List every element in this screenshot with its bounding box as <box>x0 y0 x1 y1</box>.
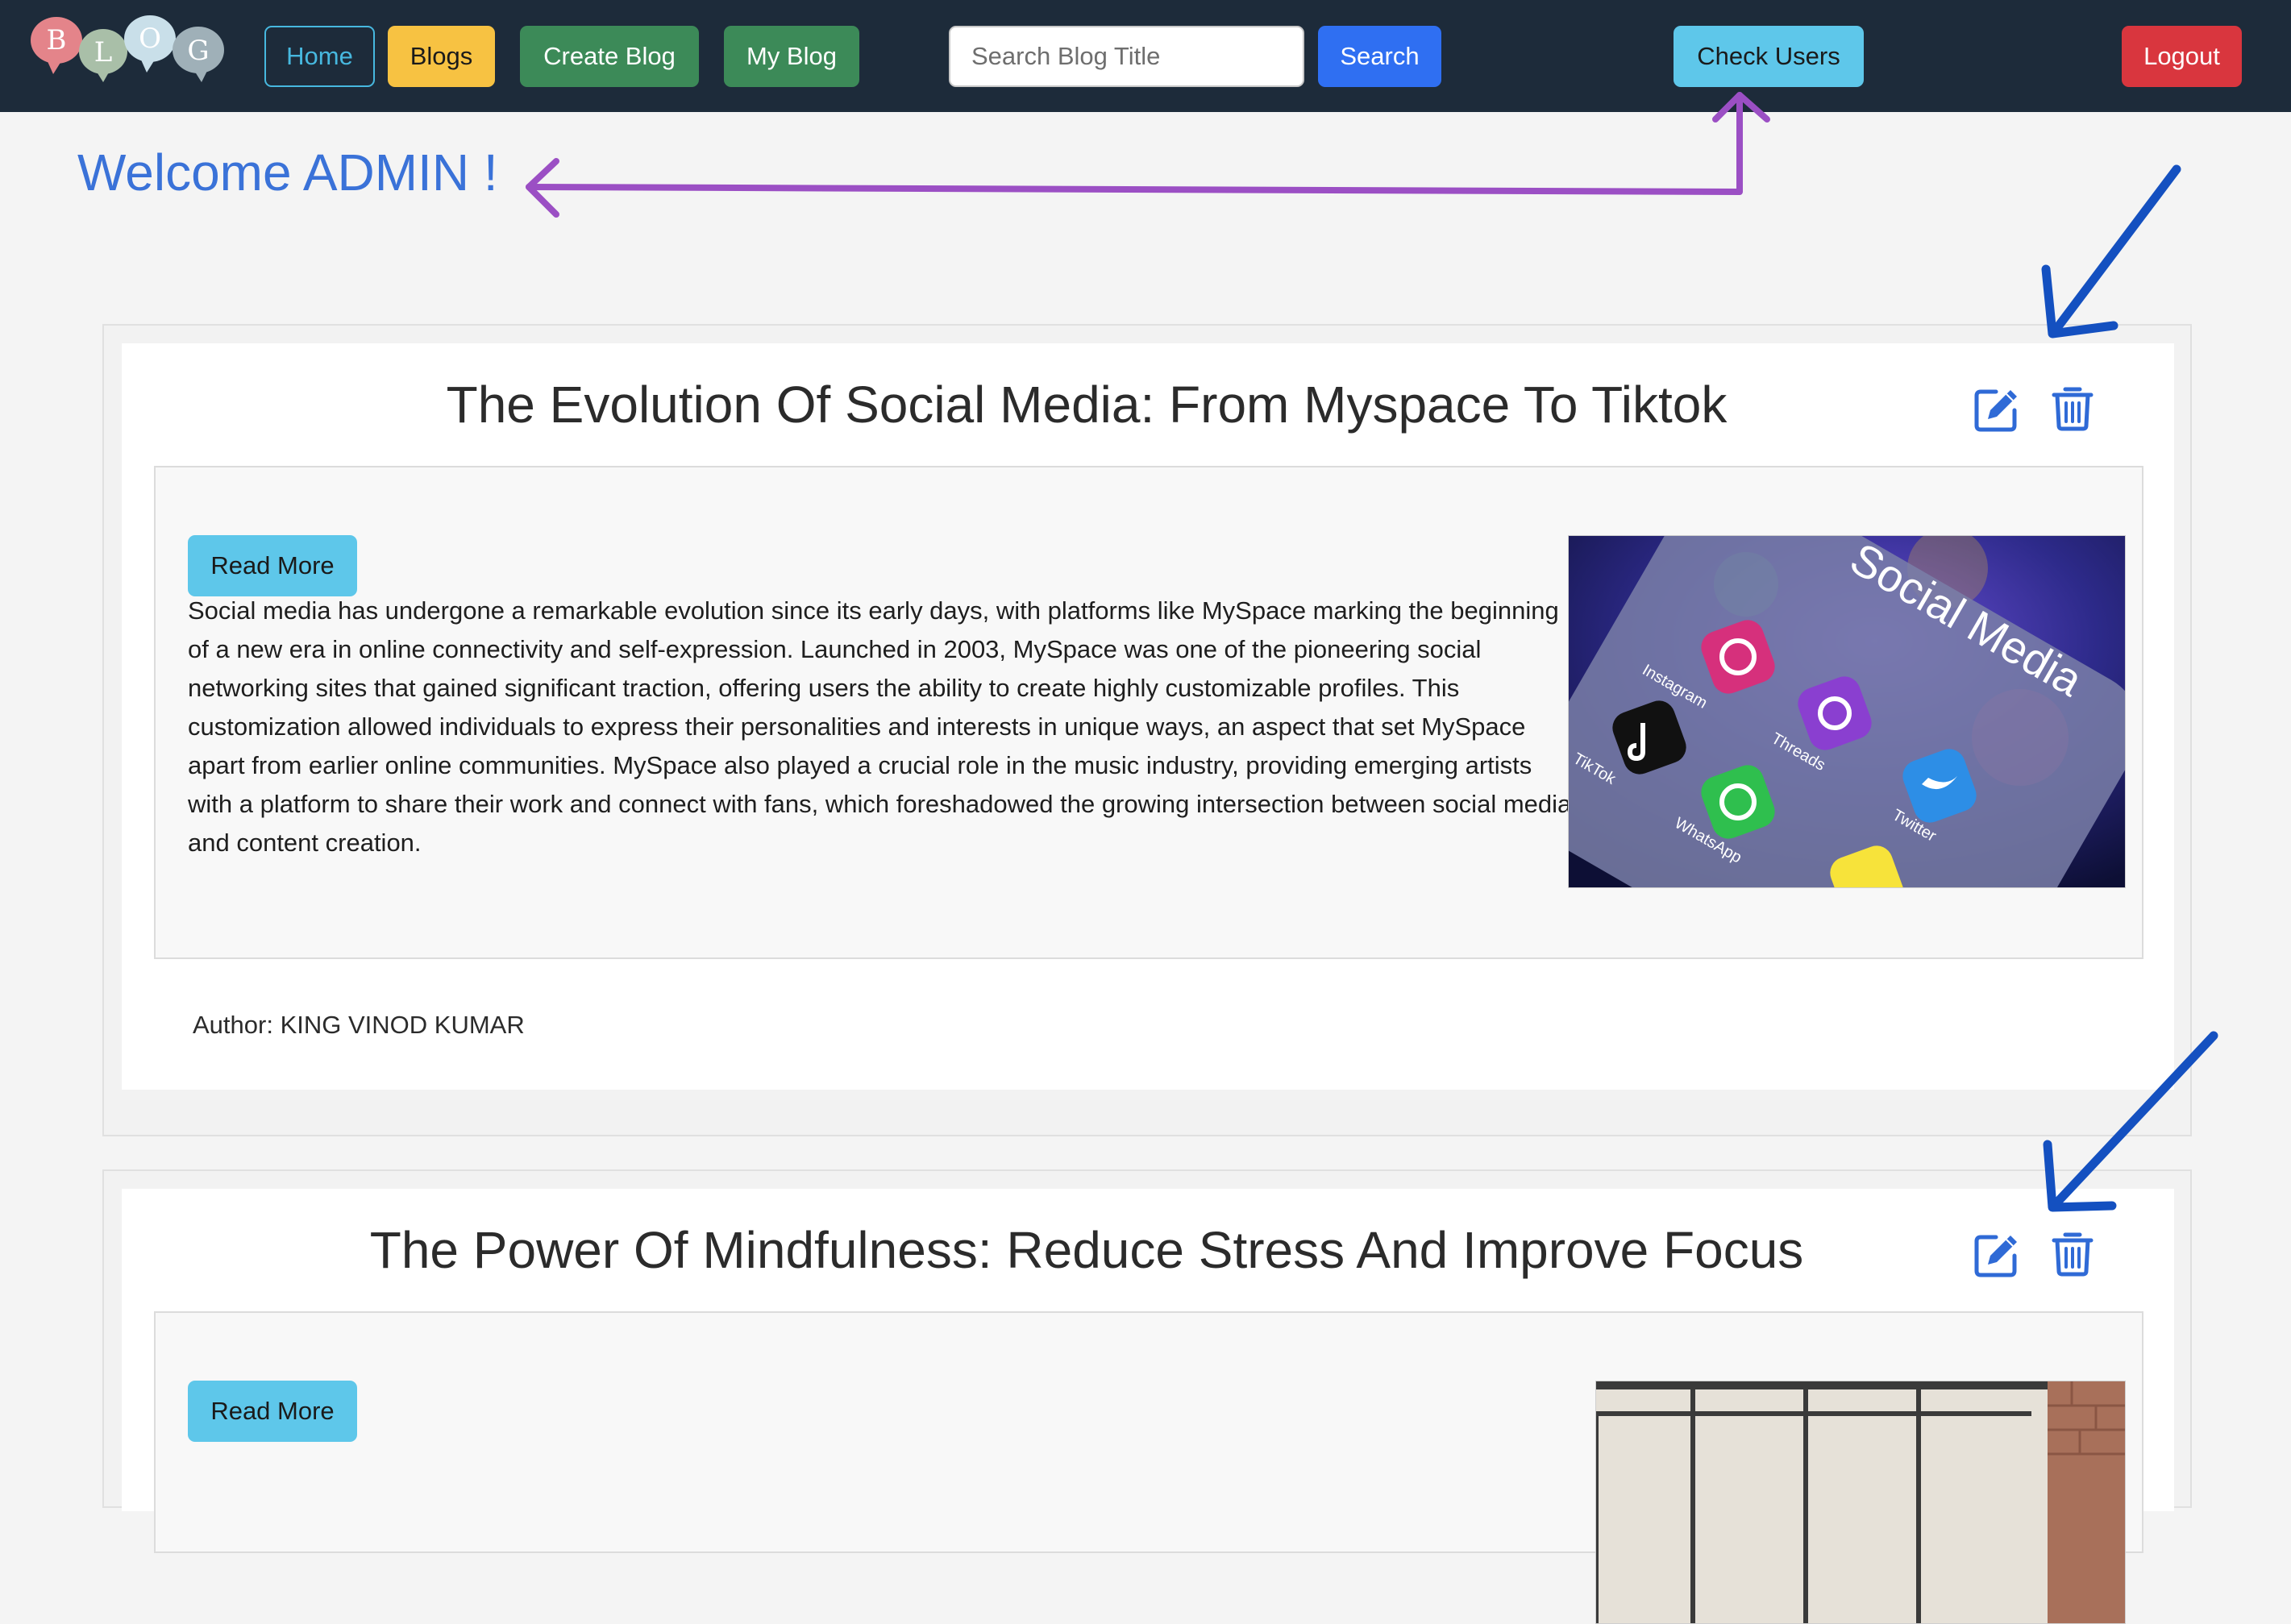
logout-button[interactable]: Logout <box>2122 26 2242 87</box>
navbar: B L O G Home Blogs Create Blog My Blog S… <box>0 0 2291 112</box>
blog-post-card: The Evolution Of Social Media: From Mysp… <box>102 324 2192 1136</box>
arrow-annotation-purple <box>526 92 1770 218</box>
logo-bubble-l: L <box>79 29 127 82</box>
blog-post-body: The Evolution Of Social Media: From Mysp… <box>122 343 2174 1090</box>
my-blog-button[interactable]: My Blog <box>724 26 859 87</box>
search-button[interactable]: Search <box>1318 26 1441 87</box>
search-input[interactable] <box>949 26 1304 87</box>
post-title: The Evolution Of Social Media: From Mysp… <box>446 376 1728 434</box>
blog-post-card: The Power Of Mindfulness: Reduce Stress … <box>102 1169 2192 1624</box>
blogs-button[interactable]: Blogs <box>388 26 495 87</box>
edit-icon[interactable] <box>1973 385 2021 434</box>
post-title: The Power Of Mindfulness: Reduce Stress … <box>369 1221 1804 1279</box>
logo-letter-b: B <box>47 24 67 56</box>
trash-icon[interactable] <box>2048 384 2097 432</box>
logo-letter-l: L <box>94 36 113 69</box>
welcome-heading: Welcome ADMIN ! <box>77 143 498 201</box>
post-thumbnail <box>1595 1381 2126 1624</box>
check-users-button[interactable]: Check Users <box>1674 26 1864 87</box>
post-content-box: Read More <box>154 1311 2143 1624</box>
author-name: KING VINOD KUMAR <box>280 1011 525 1039</box>
trash-icon[interactable] <box>2048 1229 2097 1277</box>
read-more-button[interactable]: Read More <box>188 1381 357 1442</box>
logo-letter-o: O <box>139 23 161 55</box>
logo-letter-g: G <box>187 35 209 67</box>
logo-bubble-g: G <box>173 27 224 82</box>
read-more-button[interactable]: Read More <box>188 535 357 596</box>
logo-bubble-o: O <box>124 15 176 73</box>
blog-logo[interactable]: B L O G <box>29 13 231 82</box>
logo-bubble-b: B <box>31 17 82 74</box>
home-button[interactable]: Home <box>264 26 375 87</box>
post-excerpt: Social media has undergone a remarkable … <box>188 596 1572 857</box>
post-author: Author: KING VINOD KUMAR <box>193 1011 525 1040</box>
author-label: Author: <box>193 1011 273 1039</box>
blog-post-body: The Power Of Mindfulness: Reduce Stress … <box>122 1189 2174 1624</box>
post-thumbnail: Social Media Instagram TikTok Threads Wh… <box>1568 535 2126 888</box>
create-blog-button[interactable]: Create Blog <box>520 26 699 87</box>
arrow-annotation-blue <box>2041 164 2181 339</box>
post-content-box: Read More Social media has undergone a r… <box>154 466 2143 959</box>
edit-icon[interactable] <box>1973 1231 2021 1279</box>
